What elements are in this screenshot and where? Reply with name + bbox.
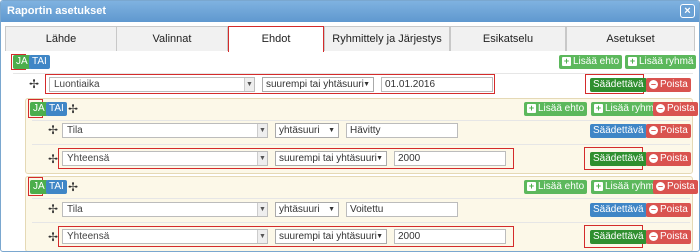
remove-button[interactable]: – Poista [646,124,691,138]
value-input[interactable]: 2000 [394,229,506,244]
value-input[interactable]: Hävitty [346,123,458,138]
plus-icon: + [594,181,603,191]
field-select[interactable]: Tila ▼ [62,202,268,217]
move-icon[interactable]: ✢ [68,180,78,194]
move-icon[interactable]: ✢ [29,77,39,91]
caret-down-icon: ▼ [363,81,370,88]
add-group-button[interactable]: + Lisää ryhmä [625,55,697,69]
plus-icon: + [594,103,603,113]
minus-icon: – [649,125,658,135]
tab-selections[interactable]: Valinnat [116,26,228,51]
caret-down-icon: ▼ [328,206,335,213]
move-icon[interactable]: ✢ [48,230,58,244]
divider [32,222,690,223]
tab-bar: Lähde Valinnat Ehdot Ryhmittely ja Järje… [5,26,695,52]
value-input[interactable]: 01.01.2016 [381,77,493,92]
divider [32,198,690,199]
remove-group-button[interactable]: – Poista [653,102,698,116]
field-select[interactable]: Yhteensä ▼ [62,229,268,244]
close-icon[interactable]: × [680,4,695,18]
add-group-button[interactable]: + Lisää ryhmä [591,180,663,194]
move-icon[interactable]: ✢ [48,202,58,216]
operator-select[interactable]: suurempi tai yhtäsuuri ▼ [275,151,387,166]
field-select[interactable]: Yhteensä ▼ [62,151,268,166]
value-input[interactable]: Voitettu [346,202,458,217]
adjustable-button[interactable]: Säädettävä [590,78,647,92]
field-select[interactable]: Tila ▼ [62,123,268,138]
adjustable-button[interactable]: Säädettävä [590,152,647,166]
dialog-title: Raportin asetukset [7,5,107,17]
value-input[interactable]: 2000 [394,151,506,166]
field-select[interactable]: Luontiaika ▼ [49,77,255,92]
minus-icon: – [649,153,658,163]
add-condition-button[interactable]: + Lisää ehto [559,55,623,69]
chevron-down-icon: ▼ [244,78,254,91]
operator-select[interactable]: suurempi tai yhtäsuuri ▼ [275,229,387,244]
dialog-titlebar: Raportin asetukset × [1,1,699,22]
plus-icon: + [562,56,571,66]
remove-button[interactable]: – Poista [646,203,691,217]
minus-icon: – [649,79,658,89]
tab-settings[interactable]: Asetukset [566,26,695,51]
or-toggle[interactable]: TAI [46,102,67,116]
move-icon[interactable]: ✢ [68,102,78,116]
adjustable-button[interactable]: Säädettävä [590,203,647,217]
minus-icon: – [656,103,665,113]
add-condition-button[interactable]: + Lisää ehto [524,102,588,116]
condition-group: JA TAI ✢ + Lisää ehto + Lisää ryhmä – Poist… [25,176,698,251]
tab-conditions[interactable]: Ehdot [228,26,324,52]
chevron-down-icon: ▼ [257,124,267,137]
adjustable-button[interactable]: Säädettävä [590,124,647,138]
chevron-down-icon: ▼ [257,152,267,165]
caret-down-icon: ▼ [376,155,383,162]
move-icon[interactable]: ✢ [48,123,58,137]
or-toggle[interactable]: TAI [29,55,50,69]
remove-button[interactable]: – Poista [646,230,691,244]
add-group-button[interactable]: + Lisää ryhmä [591,102,663,116]
remove-button[interactable]: – Poista [646,78,691,92]
minus-icon: – [649,204,658,214]
move-icon[interactable]: ✢ [48,152,58,166]
tab-preview[interactable]: Esikatselu [450,26,566,51]
remove-group-button[interactable]: – Poista [653,180,698,194]
caret-down-icon: ▼ [376,233,383,240]
divider [32,120,690,121]
divider [32,144,690,145]
conditions-panel: JA TAI + Lisää ehto + Lisää ryhmä ✢ Luonti… [5,52,698,251]
operator-select[interactable]: yhtäsuuri ▼ [275,123,339,138]
or-toggle[interactable]: TAI [46,180,67,194]
report-settings-dialog: Raportin asetukset × Lähde Valinnat Ehdo… [0,0,700,252]
minus-icon: – [649,231,658,241]
minus-icon: – [656,181,665,191]
add-condition-button[interactable]: + Lisää ehto [524,180,588,194]
remove-button[interactable]: – Poista [646,152,691,166]
tab-grouping-sorting[interactable]: Ryhmittely ja Järjestys [324,26,450,51]
chevron-down-icon: ▼ [257,230,267,243]
caret-down-icon: ▼ [328,127,335,134]
chevron-down-icon: ▼ [257,203,267,216]
operator-select[interactable]: suurempi tai yhtäsuuri ▼ [262,77,374,92]
plus-icon: + [628,56,637,66]
operator-select[interactable]: yhtäsuuri ▼ [275,202,339,217]
tab-source[interactable]: Lähde [5,26,117,51]
plus-icon: + [527,103,536,113]
condition-group: JA TAI ✢ + Lisää ehto + Lisää ryhmä – Poist… [25,98,698,174]
plus-icon: + [527,181,536,191]
adjustable-button[interactable]: Säädettävä [590,230,647,244]
